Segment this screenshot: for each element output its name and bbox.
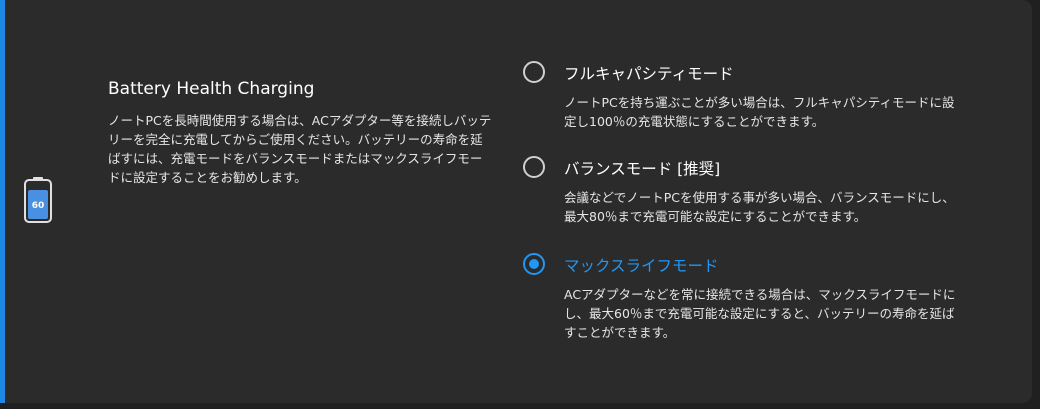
section-description: ノートPCを長時間使用する場合は、ACアダプター等を接続しバッテリーを完全に充電…: [108, 113, 492, 185]
battery-health-charging-panel: 60 Battery Health Charging ノートPCを長時間使用する…: [0, 0, 1032, 403]
accent-bar: [0, 0, 5, 403]
battery-level-text: 60: [32, 201, 45, 211]
option-label-max-life[interactable]: マックスライフモード: [564, 254, 719, 276]
option-description-balance: 会議などでノートPCを使用する事が多い場合、バランスモードにし、最大80％まで充…: [564, 190, 955, 224]
option-label-full-capacity[interactable]: フルキャパシティモード: [564, 62, 734, 84]
option-description-full-capacity: ノートPCを持ち運ぶことが多い場合は、フルキャパシティモードに設定し100％の充…: [564, 95, 955, 129]
option-description-max-life: ACアダプターなどを常に接続できる場合は、マックスライフモードにし、最大60％ま…: [564, 287, 956, 340]
radio-balance[interactable]: [523, 156, 545, 178]
battery-icon: 60: [24, 177, 52, 223]
option-label-balance[interactable]: バランスモード [推奨]: [564, 157, 720, 179]
section-title: Battery Health Charging: [108, 79, 315, 99]
radio-max-life[interactable]: [523, 253, 545, 275]
radio-full-capacity[interactable]: [523, 61, 545, 83]
